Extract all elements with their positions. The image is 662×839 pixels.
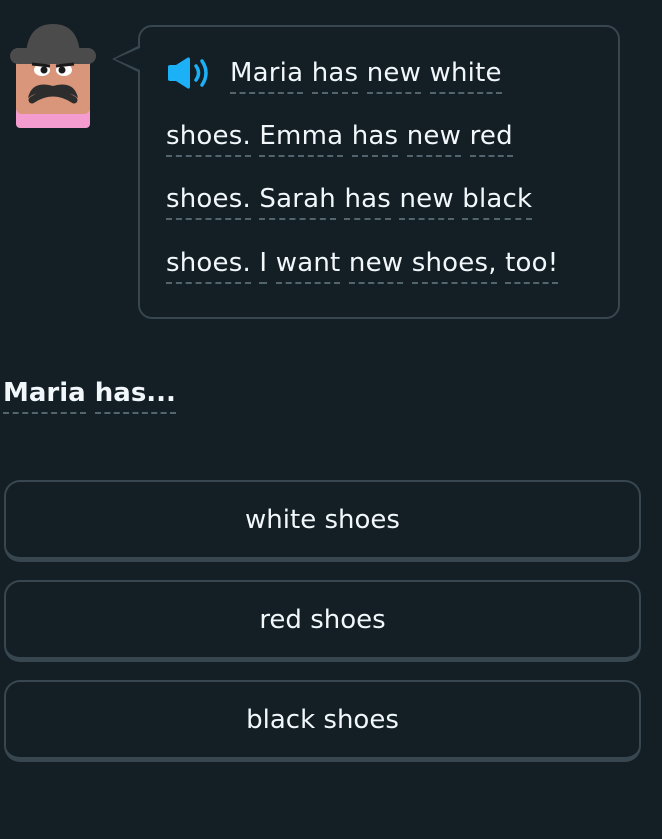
- story-word[interactable]: has: [344, 184, 391, 220]
- bubble-tail-fill: [115, 48, 140, 70]
- story-word[interactable]: black: [462, 184, 533, 220]
- answer-option-label: black shoes: [246, 704, 399, 735]
- story-word[interactable]: new: [348, 248, 404, 284]
- story-word[interactable]: shoes.: [166, 121, 251, 157]
- answer-option-label: white shoes: [245, 504, 400, 535]
- question-word[interactable]: has...: [94, 378, 176, 414]
- story-line-3: shoes. Sarah has new black: [166, 182, 533, 220]
- answer-option-label: red shoes: [259, 604, 386, 635]
- question-prompt: Maria has...: [3, 376, 176, 414]
- story-word[interactable]: Emma: [259, 121, 344, 157]
- story-word[interactable]: too!: [505, 248, 559, 284]
- answer-option-white-shoes[interactable]: white shoes: [4, 480, 641, 562]
- story-word[interactable]: shoes.: [166, 248, 251, 284]
- story-word[interactable]: red: [469, 121, 513, 157]
- story-word[interactable]: new: [366, 58, 422, 94]
- answer-option-black-shoes[interactable]: black shoes: [4, 680, 641, 762]
- question-word[interactable]: Maria: [3, 378, 86, 414]
- story-word[interactable]: has: [351, 121, 399, 157]
- speaker-icon[interactable]: [165, 56, 213, 90]
- story-line-4: shoes. I want new shoes, too!: [166, 246, 559, 284]
- story-word[interactable]: I: [259, 248, 268, 284]
- story-word[interactable]: new: [406, 121, 462, 157]
- character-avatar: [8, 20, 98, 130]
- story-word[interactable]: want: [275, 248, 341, 284]
- story-word[interactable]: Maria: [230, 58, 304, 94]
- story-word[interactable]: Sarah: [259, 184, 336, 220]
- story-word[interactable]: shoes,: [411, 248, 497, 284]
- story-word[interactable]: new: [399, 184, 454, 220]
- story-word[interactable]: white: [429, 58, 502, 94]
- story-line-1: Maria has new white: [230, 56, 502, 94]
- story-word[interactable]: has: [311, 58, 359, 94]
- story-line-2: shoes. Emma has new red: [166, 119, 513, 157]
- story-word[interactable]: shoes.: [166, 184, 251, 220]
- answer-option-red-shoes[interactable]: red shoes: [4, 580, 641, 662]
